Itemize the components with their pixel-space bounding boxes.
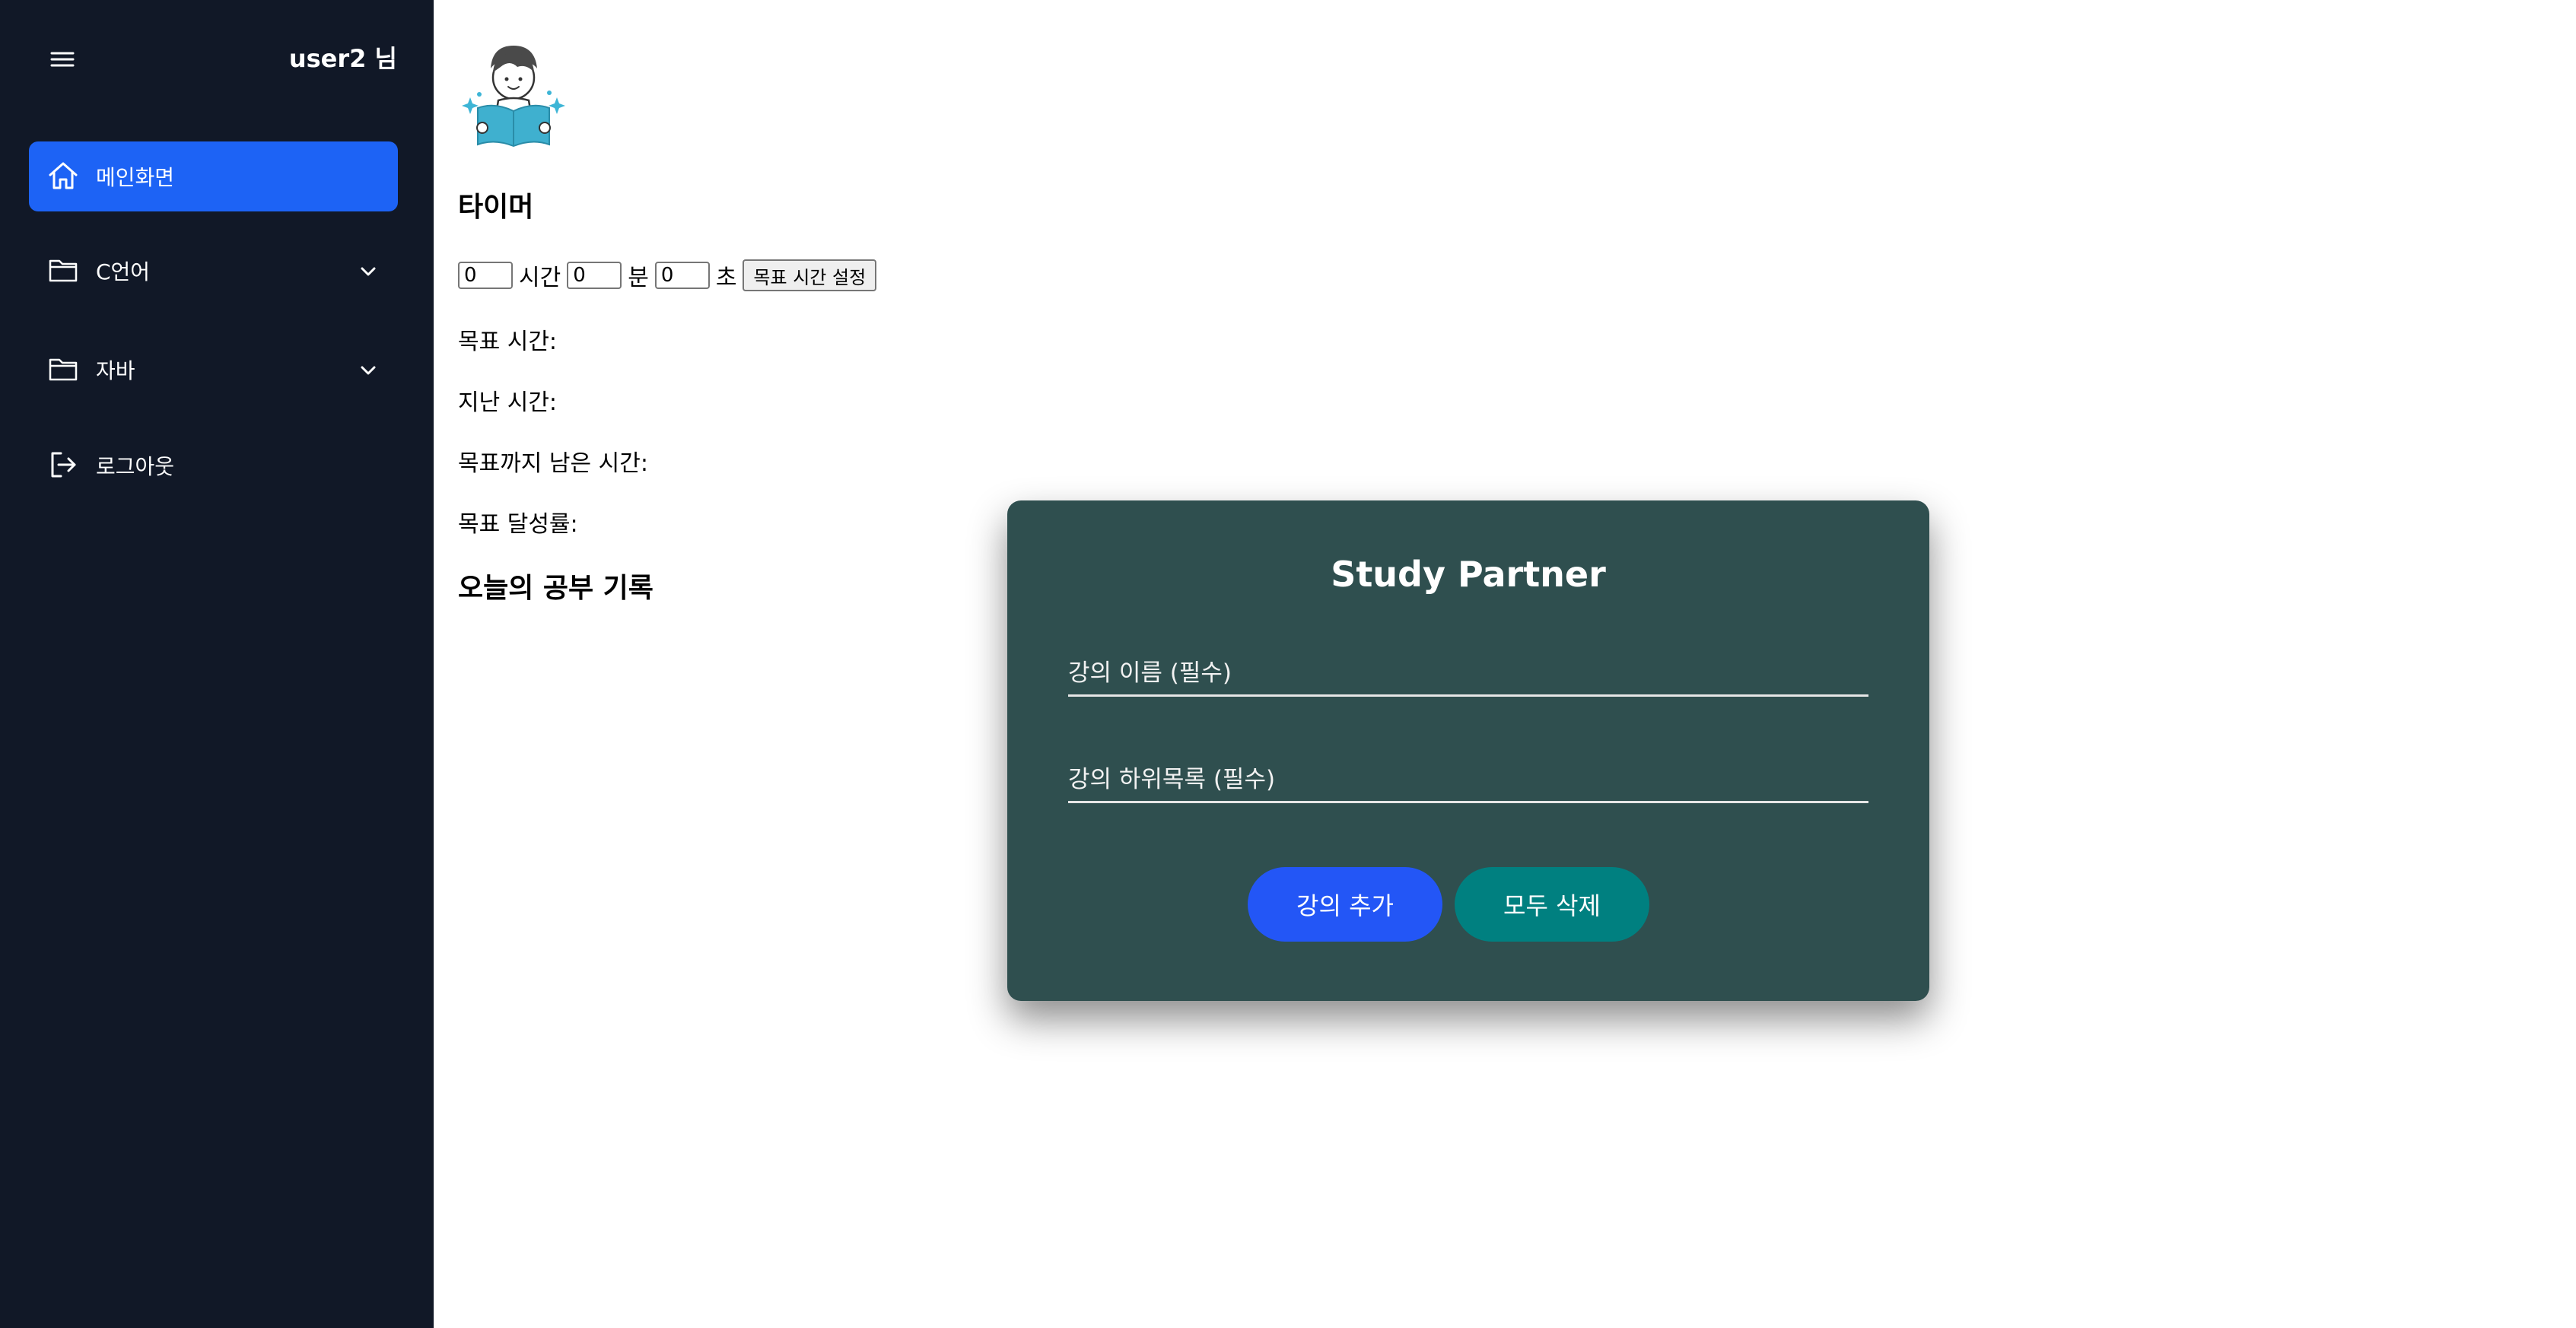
sidebar: user2 님 메인화면 C언어 자바 로그아웃 (0, 0, 434, 1328)
chevron-down-icon[interactable] (357, 260, 380, 283)
minutes-input[interactable] (567, 262, 622, 289)
logout-icon (47, 449, 79, 481)
folder-icon (47, 254, 79, 286)
delete-all-button[interactable]: 모두 삭제 (1455, 867, 1649, 942)
reading-boy-logo (456, 38, 571, 152)
sidebar-item-main[interactable]: 메인화면 (29, 141, 398, 211)
chevron-down-icon[interactable] (357, 359, 380, 382)
sidebar-item-logout[interactable]: 로그아웃 (29, 430, 398, 500)
minutes-unit-label: 분 (628, 265, 649, 291)
today-study-log-heading: 오늘의 공부 기록 (458, 573, 654, 604)
course-name-input[interactable] (1068, 651, 1868, 697)
sidebar-item-c-language[interactable]: C언어 (29, 236, 398, 306)
sidebar-item-label: 로그아웃 (96, 454, 175, 479)
target-time-label: 목표 시간: (458, 329, 558, 355)
sidebar-item-label: C언어 (96, 259, 151, 284)
sidebar-item-java[interactable]: 자바 (29, 335, 398, 405)
achievement-rate-label: 목표 달성률: (458, 511, 578, 538)
sidebar-item-label: 메인화면 (96, 165, 175, 190)
seconds-unit-label: 초 (715, 265, 737, 291)
set-target-time-button[interactable]: 목표 시간 설정 (743, 259, 877, 291)
sidebar-item-label: 자바 (96, 358, 135, 383)
home-icon (47, 160, 79, 192)
elapsed-time-label: 지난 시간: (458, 389, 558, 416)
add-course-button[interactable]: 강의 추가 (1248, 867, 1442, 942)
modal-title: Study Partner (1331, 554, 1606, 595)
remaining-time-label: 목표까지 남은 시간: (458, 450, 648, 477)
user-name: user2 님 (288, 44, 397, 73)
hamburger-menu-icon[interactable] (49, 46, 76, 73)
folder-icon (47, 353, 79, 385)
timer-controls: 시간 분 초 목표 시간 설정 (458, 258, 877, 293)
timer-heading: 타이머 (458, 192, 534, 223)
seconds-input[interactable] (654, 262, 710, 289)
hours-unit-label: 시간 (519, 265, 561, 291)
course-subitem-input[interactable] (1068, 758, 1868, 803)
study-partner-modal: Study Partner 강의 추가 모두 삭제 (1007, 500, 1929, 1001)
hours-input[interactable] (458, 262, 513, 289)
